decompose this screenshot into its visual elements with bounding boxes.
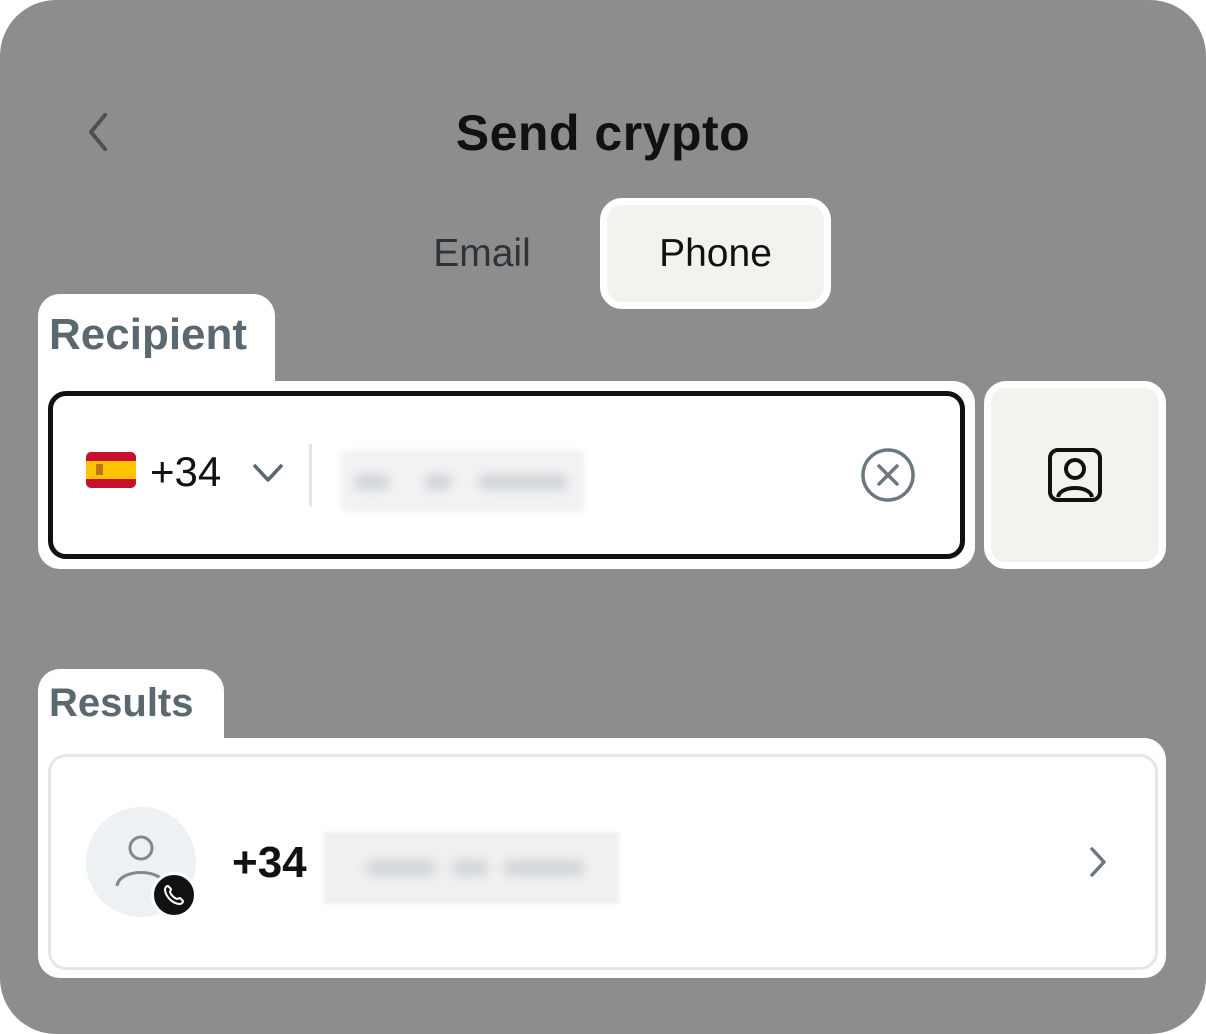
input-divider <box>309 444 312 506</box>
contacts-button[interactable] <box>984 381 1166 569</box>
spain-flag-icon <box>86 452 136 488</box>
phone-icon <box>164 885 184 905</box>
send-crypto-panel: Send crypto Email Phone Recipient +34 Re… <box>0 0 1206 1034</box>
clear-circle-icon <box>861 448 915 502</box>
chevron-right-icon <box>1084 845 1112 884</box>
tab-phone[interactable]: Phone <box>600 198 831 309</box>
phone-badge <box>151 872 197 918</box>
result-country-code: +34 <box>232 838 307 887</box>
page-title: Send crypto <box>455 105 751 161</box>
chevron-down-icon <box>253 464 283 482</box>
phone-number-redacted[interactable] <box>340 450 585 512</box>
result-number-redacted <box>324 832 619 904</box>
contact-book-icon <box>1048 448 1102 502</box>
tab-email[interactable]: Email <box>400 200 564 308</box>
clear-input-button[interactable] <box>860 447 916 503</box>
country-select-button[interactable] <box>250 458 286 493</box>
country-code[interactable]: +34 <box>150 448 221 496</box>
